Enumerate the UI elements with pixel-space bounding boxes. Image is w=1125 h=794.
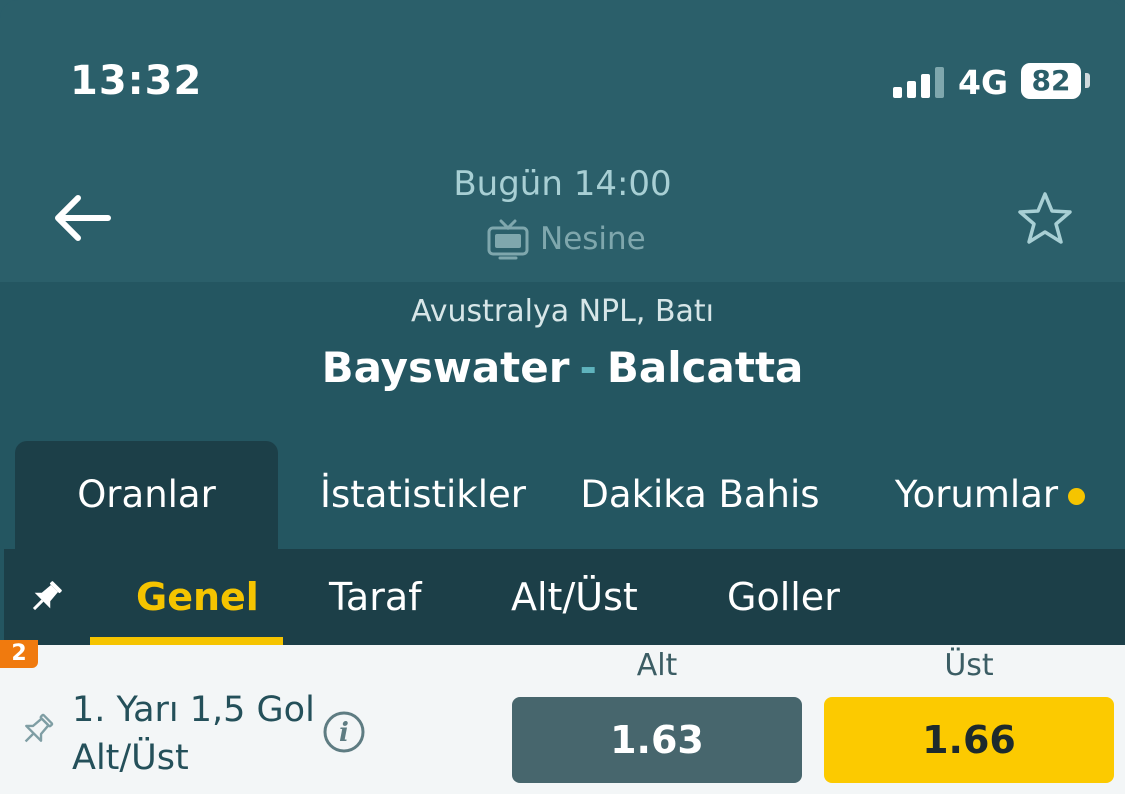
subtab-alt-ust[interactable]: Alt/Üst — [511, 549, 638, 645]
league-name: Avustralya NPL, Batı — [410, 294, 715, 329]
tab-label: Oranlar — [77, 473, 216, 516]
subtab-label: Alt/Üst — [511, 575, 638, 619]
home-team: Bayswater — [321, 343, 570, 392]
subtab-genel[interactable]: Genel — [136, 549, 259, 645]
signal-icon — [893, 66, 945, 98]
main-tabs: Oranlar İstatistikler Dakika Bahis Yorum… — [15, 441, 1125, 549]
column-header-ust: Üst — [944, 648, 994, 683]
away-team: Balcatta — [606, 343, 804, 392]
team-separator: - — [579, 343, 597, 392]
odd-button-ust[interactable]: 1.66 — [824, 697, 1114, 783]
market-name: 1. Yarı 1,5 Gol Alt/Üst — [72, 690, 315, 778]
odd-button-alt[interactable]: 1.63 — [512, 697, 802, 783]
app-screen: 13:32 4G 82 Bugün 14:00 Nesine Avustraly… — [0, 0, 1125, 794]
subtab-label: Goller — [727, 575, 840, 619]
favorite-star-icon[interactable] — [1014, 188, 1076, 250]
market-pin-icon[interactable] — [18, 711, 56, 749]
broadcaster: Nesine — [486, 215, 646, 263]
tv-icon — [487, 219, 529, 260]
tab-istatistikler[interactable]: İstatistikler — [303, 441, 543, 549]
column-header-alt: Alt — [636, 648, 678, 683]
subtab-goller[interactable]: Goller — [727, 549, 840, 645]
status-time: 13:32 — [70, 58, 203, 104]
match-teams: Bayswater - Balcatta — [0, 343, 1125, 392]
status-bar: 13:32 4G 82 — [0, 0, 1125, 150]
tab-label: İstatistikler — [320, 473, 526, 516]
info-icon[interactable]: i — [322, 710, 366, 754]
active-subtab-indicator — [90, 637, 283, 645]
tab-oranlar[interactable]: Oranlar — [15, 441, 278, 549]
battery-tip — [1085, 73, 1090, 88]
sub-tabs: Genel Taraf Alt/Üst Goller — [4, 549, 1125, 645]
tab-label: Yorumlar — [894, 473, 1059, 516]
pin-icon[interactable] — [26, 577, 66, 617]
notification-dot — [1068, 488, 1086, 505]
tab-dakika-bahis[interactable]: Dakika Bahis — [575, 441, 825, 549]
subtab-taraf[interactable]: Taraf — [329, 549, 422, 645]
market-badge: 2 — [0, 640, 38, 668]
subtab-label: Genel — [136, 575, 259, 619]
subtab-label: Taraf — [329, 575, 422, 619]
svg-text:i: i — [339, 718, 349, 748]
battery-icon: 82 — [1021, 63, 1081, 99]
tab-label: Dakika Bahis — [580, 473, 820, 516]
network-type: 4G — [958, 63, 1009, 102]
match-time: Bugün 14:00 — [453, 164, 672, 204]
tab-yorumlar[interactable]: Yorumlar — [875, 441, 1105, 549]
broadcaster-name: Nesine — [540, 221, 646, 257]
